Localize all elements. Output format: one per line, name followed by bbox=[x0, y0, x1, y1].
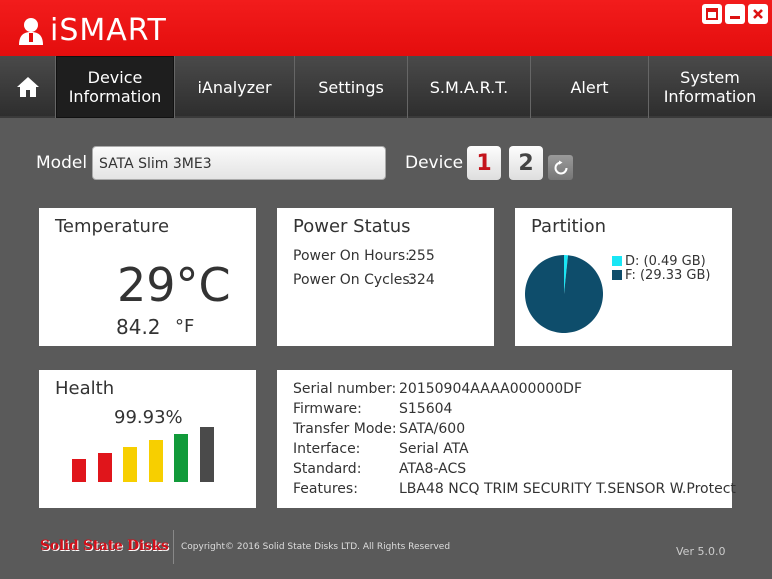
device-info-panel: Serial number: 20150904AAAA000000DF Firm… bbox=[277, 370, 736, 508]
title-bar: iSMART bbox=[0, 0, 772, 56]
panel-title: Partition bbox=[531, 216, 607, 237]
close-icon[interactable] bbox=[748, 4, 768, 24]
minimize-icon[interactable] bbox=[725, 4, 745, 24]
tab-label: Device bbox=[87, 68, 143, 87]
app-title: iSMART bbox=[50, 13, 167, 48]
pie-slice bbox=[525, 255, 603, 333]
panel-title: Power Status bbox=[293, 216, 411, 237]
power-on-cycles-label: Power On Cycles: bbox=[293, 272, 415, 288]
partition-pie-chart bbox=[525, 255, 603, 333]
tab-smart[interactable]: S.M.A.R.T. bbox=[408, 56, 531, 118]
tab-settings[interactable]: Settings bbox=[295, 56, 408, 118]
info-key: Firmware: bbox=[293, 401, 362, 417]
version-label: Ver 5.0.0 bbox=[676, 545, 726, 558]
partition-panel: Partition D: (0.49 GB) F: (29.33 GB) bbox=[515, 208, 732, 346]
tab-alert[interactable]: Alert bbox=[531, 56, 649, 118]
power-on-hours-value: 255 bbox=[408, 248, 435, 264]
power-status-panel: Power Status Power On Hours: 255 Power O… bbox=[277, 208, 494, 346]
window-controls bbox=[702, 4, 768, 24]
power-on-hours-label: Power On Hours: bbox=[293, 248, 410, 264]
device-2-button[interactable]: 2 bbox=[509, 146, 543, 180]
device-1-button[interactable]: 1 bbox=[467, 146, 501, 180]
footer-divider bbox=[173, 530, 174, 564]
legend-swatch bbox=[612, 256, 622, 266]
model-label: Model bbox=[36, 153, 88, 173]
temperature-panel: Temperature 29°C 84.2 °F bbox=[39, 208, 256, 346]
main-nav: Device Information iAnalyzer Settings S.M… bbox=[0, 56, 772, 118]
health-bar bbox=[174, 433, 188, 482]
tab-label: S.M.A.R.T. bbox=[429, 77, 509, 97]
home-button[interactable] bbox=[0, 56, 56, 118]
health-bar bbox=[148, 440, 163, 482]
info-value: Serial ATA bbox=[399, 441, 469, 457]
tab-label: iAnalyzer bbox=[197, 77, 272, 97]
app-logo: iSMART bbox=[18, 13, 167, 48]
temperature-celsius: 29°C bbox=[117, 258, 231, 312]
legend-label: D: (0.49 GB) bbox=[625, 253, 706, 269]
legend-label: F: (29.33 GB) bbox=[625, 267, 711, 283]
health-panel: Health 99.93% bbox=[39, 370, 256, 508]
legend-item: F: (29.33 GB) bbox=[612, 267, 711, 283]
health-bar bbox=[199, 427, 214, 482]
brand-logo: Solid State Disks bbox=[40, 538, 169, 554]
temperature-fahrenheit: 84.2 bbox=[116, 315, 161, 339]
power-on-cycles-row: Power On Cycles: 324 bbox=[293, 272, 435, 288]
tab-label: Information bbox=[663, 87, 757, 106]
device-label: Device bbox=[405, 153, 464, 173]
tab-device-information[interactable]: Device Information bbox=[56, 56, 175, 118]
info-key: Interface: bbox=[293, 441, 361, 457]
tab-label: Settings bbox=[318, 77, 384, 97]
refresh-icon bbox=[554, 160, 567, 174]
info-value: ATA8-ACS bbox=[399, 461, 467, 477]
info-value: LBA48 NCQ TRIM SECURITY T.SENSOR W.Prote… bbox=[399, 481, 736, 497]
info-key: Serial number: bbox=[293, 381, 397, 397]
health-bar bbox=[72, 459, 86, 482]
copyright-text: Copyright© 2016 Solid State Disks LTD. A… bbox=[181, 542, 451, 552]
info-value: 20150904AAAA000000DF bbox=[399, 381, 583, 397]
tab-label: System bbox=[680, 68, 740, 87]
info-value: SATA/600 bbox=[399, 421, 466, 437]
tab-label: Alert bbox=[570, 77, 609, 97]
refresh-button[interactable] bbox=[548, 155, 573, 180]
fahrenheit-unit: °F bbox=[175, 316, 195, 337]
legend-item: D: (0.49 GB) bbox=[612, 253, 710, 269]
power-on-cycles-value: 324 bbox=[408, 272, 435, 288]
health-bar bbox=[123, 446, 137, 482]
partition-legend: D: (0.49 GB) F: (29.33 GB) bbox=[612, 253, 711, 283]
tab-label: Information bbox=[68, 87, 162, 106]
info-key: Features: bbox=[293, 481, 358, 497]
power-on-hours-row: Power On Hours: 255 bbox=[293, 248, 435, 264]
tab-ianalyzer[interactable]: iAnalyzer bbox=[175, 56, 295, 118]
health-bar bbox=[97, 453, 112, 482]
info-key: Transfer Mode: bbox=[293, 421, 397, 437]
panel-title: Temperature bbox=[55, 216, 170, 237]
legend-swatch bbox=[612, 270, 622, 280]
info-key: Standard: bbox=[293, 461, 362, 477]
restore-icon[interactable] bbox=[702, 4, 722, 24]
health-percentage: 99.93% bbox=[114, 407, 183, 428]
panel-title: Health bbox=[55, 378, 115, 399]
model-select[interactable]: SATA Slim 3ME3 bbox=[92, 146, 386, 180]
info-value: S15604 bbox=[399, 401, 453, 417]
home-icon bbox=[16, 77, 39, 97]
tab-system-information[interactable]: System Information bbox=[649, 56, 771, 118]
user-icon bbox=[19, 17, 43, 45]
